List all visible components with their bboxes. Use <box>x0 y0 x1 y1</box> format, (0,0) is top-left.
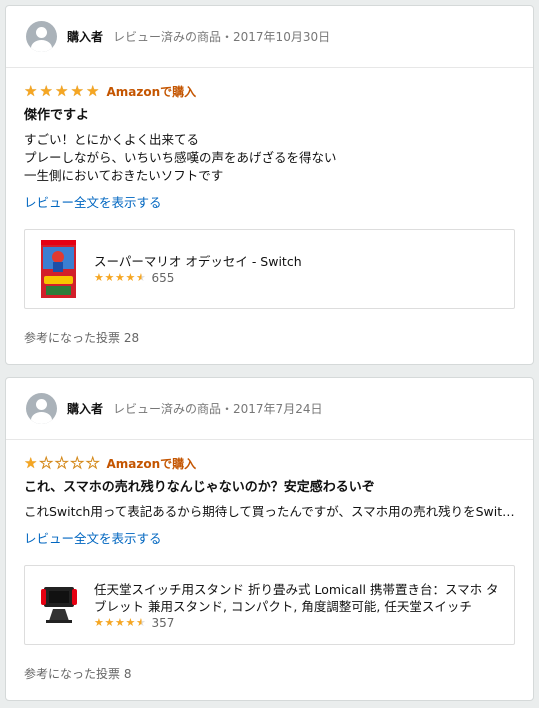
product-card[interactable]: 任天堂スイッチ用スタンド 折り畳み式 Lomicall 携帯置き台：スマホ タブ… <box>24 565 515 645</box>
review-text: すごい！とにかくよく出来てる プレーしながら、いちいち感嘆の声をあげざるを得ない… <box>24 132 337 183</box>
verified-purchase-badge: Amazonで購入 <box>106 456 197 471</box>
user-avatar-icon[interactable] <box>26 21 57 52</box>
review-title: これ、スマホの売れ残りなんじゃないのか？安定感わるいぞ <box>24 480 375 495</box>
review-card: 購入者 レビュー済みの商品・2017年10月30日 ★ ★ ★ ★ ★ Amaz… <box>5 5 534 365</box>
review-meta: レビュー済みの商品・2017年7月24日 <box>113 402 323 416</box>
star-full-icon: ★ <box>104 271 115 284</box>
product-rating-count[interactable]: 357 <box>152 616 175 630</box>
star-full-icon: ★ <box>70 82 84 100</box>
review-header: 購入者 レビュー済みの商品・2017年7月24日 <box>6 378 533 440</box>
product-rating-count[interactable]: 655 <box>152 271 175 285</box>
helpful-votes: 参考になった投票 8 <box>24 667 132 681</box>
star-full-icon: ★ <box>39 82 53 100</box>
product-star-rating: ★ ★ ★ ★ ★ <box>94 615 147 629</box>
product-name[interactable]: 任天堂スイッチ用スタンド 折り畳み式 Lomicall 携帯置き台：スマホ タブ… <box>94 581 502 615</box>
review-text: これSwitch用って表記あるから期待して買ったんですが、スマホ用の売れ残りをS… <box>24 504 517 519</box>
star-full-icon: ★ <box>104 615 115 629</box>
review-star-rating: ★ ★ ★ ★ ★ <box>24 83 102 99</box>
review-star-rating: ★ ★ ★ ★ ★ <box>24 454 102 472</box>
star-full-icon: ★ <box>55 82 69 100</box>
star-full-icon: ★ <box>86 82 100 100</box>
star-empty-icon: ★ <box>55 454 69 472</box>
product-thumbnail[interactable] <box>41 576 77 634</box>
star-full-icon: ★ <box>125 615 136 629</box>
show-full-review-link[interactable]: レビュー全文を表示する <box>24 194 515 212</box>
star-full-icon: ★ <box>94 271 104 284</box>
reviewer-name[interactable]: 購入者 <box>67 28 103 45</box>
star-full-icon: ★ <box>94 615 104 629</box>
product-card[interactable]: スーパーマリオ オデッセイ - Switch ★ ★ ★ ★ ★ 655 <box>24 229 515 309</box>
reviewer-name[interactable]: 購入者 <box>67 400 103 417</box>
product-thumbnail[interactable] <box>41 240 76 298</box>
review-title: 傑作ですよ <box>24 108 90 123</box>
star-full-icon: ★ <box>24 454 38 472</box>
show-full-review-link[interactable]: レビュー全文を表示する <box>24 530 515 548</box>
star-full-icon: ★ <box>24 82 38 100</box>
review-header: 購入者 レビュー済みの商品・2017年10月30日 <box>6 6 533 68</box>
verified-purchase-badge: Amazonで購入 <box>106 84 197 99</box>
star-empty-icon: ★ <box>39 454 53 472</box>
review-meta: レビュー済みの商品・2017年10月30日 <box>113 30 331 44</box>
star-empty-icon: ★ <box>86 454 100 472</box>
star-full-icon: ★ <box>115 615 125 629</box>
star-half-icon: ★ <box>136 271 146 284</box>
star-full-icon: ★ <box>125 271 136 284</box>
product-name[interactable]: スーパーマリオ オデッセイ - Switch <box>94 253 302 270</box>
product-star-rating: ★ ★ ★ ★ ★ <box>94 272 147 284</box>
review-card: 購入者 レビュー済みの商品・2017年7月24日 ★ ★ ★ ★ ★ Amazo… <box>5 377 534 701</box>
helpful-votes: 参考になった投票 28 <box>24 331 140 345</box>
user-avatar-icon[interactable] <box>26 393 57 424</box>
star-half-icon: ★ <box>136 615 146 629</box>
star-empty-icon: ★ <box>70 454 84 472</box>
star-full-icon: ★ <box>115 271 125 284</box>
